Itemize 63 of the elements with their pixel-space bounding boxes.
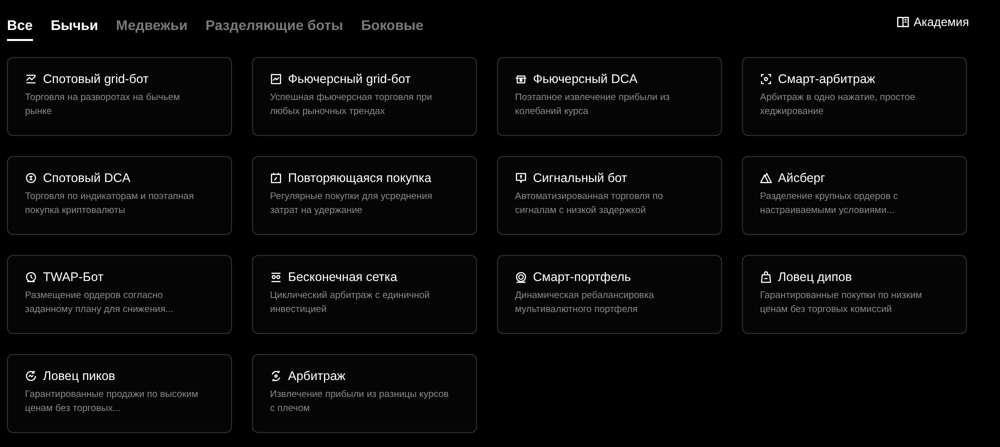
bot-title: Арбитраж	[288, 369, 346, 383]
bot-card[interactable]: Айсберг Разделение крупных ордеров с настраиваемыми условиями...	[742, 156, 967, 235]
scan-icon	[760, 73, 772, 85]
bot-card[interactable]: Смарт-портфель Динамическая ребалансировка мультивалютного портфеля	[497, 255, 722, 334]
coin-icon	[25, 172, 37, 184]
bot-card[interactable]: Спотовый grid-бот Торговля на разворотах на бычьем рынке	[7, 57, 232, 136]
bot-description: Размещение ордеров согласно заданному плану для снижения...	[25, 289, 174, 317]
triangles-icon	[760, 172, 772, 184]
bot-card[interactable]: Фьючерсный DCA Поэтапное извлечение прибыли из колебаний курса	[497, 57, 722, 136]
bot-title: Смарт-портфель	[533, 270, 631, 284]
bot-description: Поэтапное извлечение прибыли из колебаний курса	[515, 91, 671, 119]
bot-description: Успешная фьючерсная торговля при любых рыночных трендах	[270, 91, 434, 119]
bot-title: Спотовый DCA	[43, 171, 130, 185]
filter-tab[interactable]: Все	[7, 5, 33, 41]
bot-title: Ловец пиков	[43, 369, 116, 383]
bot-title: Айсберг	[778, 171, 826, 185]
refresh-icon	[25, 370, 37, 382]
bot-title: Ловец дипов	[778, 270, 852, 284]
bot-title: TWAP-Бот	[43, 270, 104, 284]
bot-card[interactable]: Ловец дипов Гарантированные покупки по низким ценам без торговых комиссий	[742, 255, 967, 334]
bot-description: Автоматизированная торговля по сигналам с низкой задержкой	[515, 190, 664, 218]
cycle-icon	[270, 370, 282, 382]
bot-card[interactable]: Ловец пиков Гарантированные продажи по высоким ценам без торговых...	[7, 354, 232, 433]
bot-card[interactable]: Арбитраж Извлечение прибыли из разницы курсов с плечом	[252, 354, 477, 433]
bot-card[interactable]: Бесконечная сетка Циклический арбитраж с единичной инвестицией	[252, 255, 477, 334]
chart-box-icon	[270, 73, 282, 85]
bot-description: Торговля на разворотах на бычьем рынке	[25, 91, 181, 119]
bot-description: Гарантированные покупки по низким ценам без торговых комиссий	[760, 289, 924, 317]
trend-line-icon	[25, 73, 37, 85]
bot-card[interactable]: TWAP-Бот Размещение ордеров согласно заданному плану для снижения...	[7, 255, 232, 334]
filter-tab[interactable]: Бычьи	[50, 5, 98, 41]
bot-description: Динамическая ребалансировка мультивалютного портфеля	[515, 289, 655, 317]
filter-tab[interactable]: Боковые	[361, 5, 424, 41]
bag-icon	[760, 271, 772, 283]
bot-description: Арбитраж в одно нажатие, простое хеджирование	[760, 91, 916, 119]
bot-title: Фьючерсный grid-бот	[288, 72, 411, 86]
coin-box-icon	[515, 73, 527, 85]
bot-title: Спотовый grid-бот	[43, 72, 149, 86]
grid-lines-icon	[270, 271, 282, 283]
academy-link[interactable]: Академия	[896, 14, 969, 28]
filter-tab[interactable]: Разделяющие боты	[206, 5, 344, 41]
bot-title: Бесконечная сетка	[288, 270, 398, 284]
bot-title: Сигнальный бот	[533, 171, 628, 185]
bot-card[interactable]: Спотовый DCA Торговля по индикаторам и поэтапная покупка криптовалюты	[7, 156, 232, 235]
bot-description: Извлечение прибыли из разницы курсов с плечом	[270, 388, 450, 416]
bot-title: Смарт-арбитраж	[778, 72, 876, 86]
target-coin-icon	[515, 271, 527, 283]
bot-card[interactable]: Повторяющаяся покупка Регулярные покупки для усреднения затрат на удержание	[252, 156, 477, 235]
bot-title: Повторяющаяся покупка	[288, 171, 432, 185]
bot-card[interactable]: Сигнальный бот Автоматизированная торговля по сигналам с низкой задержкой	[497, 156, 722, 235]
bot-description: Торговля по индикаторам и поэтапная покупка криптовалюты	[25, 190, 195, 218]
bot-description: Циклический арбитраж с единичной инвестицией	[270, 289, 431, 317]
bot-description: Разделение крупных ордеров с настраиваемыми условиями...	[760, 190, 900, 218]
bot-card[interactable]: Фьючерсный grid-бот Успешная фьючерсная торговля при любых рыночных трендах	[252, 57, 477, 136]
bot-card[interactable]: Смарт-арбитраж Арбитраж в одно нажатие, простое хеджирование	[742, 57, 967, 136]
book-icon	[896, 16, 909, 28]
bot-description: Гарантированные продажи по высоким ценам без торговых...	[25, 388, 200, 416]
clock-icon	[25, 271, 37, 283]
bot-title: Фьючерсный DCA	[533, 72, 638, 86]
bot-description: Регулярные покупки для усреднения затрат на удержание	[270, 190, 434, 218]
filter-tab[interactable]: Медвежьи	[116, 5, 188, 41]
message-icon	[515, 172, 527, 184]
calendar-icon	[270, 172, 282, 184]
